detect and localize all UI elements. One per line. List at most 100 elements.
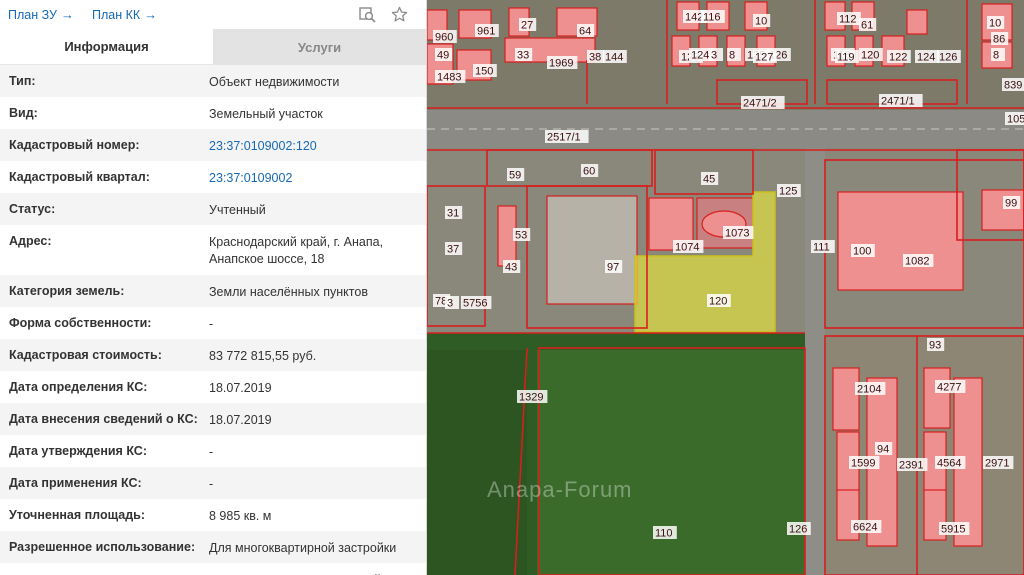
parcel-label: 111 xyxy=(813,242,830,254)
parcel-label: 1483 xyxy=(437,72,461,84)
info-row-label: Вид: xyxy=(9,106,38,120)
tab-info[interactable]: Информация xyxy=(0,29,213,65)
parcel-label: 43 xyxy=(505,262,517,274)
parcel-label: 27 xyxy=(521,20,533,32)
info-row-value: - xyxy=(209,445,214,459)
info-row: Дата применения КС: - xyxy=(0,467,426,499)
parcel-label: 99 xyxy=(1005,198,1017,210)
parcel-label: 64 xyxy=(579,26,591,38)
tab-bar: Информация Услуги xyxy=(0,29,426,65)
info-row-label: Адрес: xyxy=(9,234,52,248)
plan-zu-label: План ЗУ xyxy=(8,7,57,22)
parcel-label: 144 xyxy=(605,52,623,64)
parcel-label: 124 xyxy=(917,52,935,64)
parcel-label: 120 xyxy=(861,50,879,62)
parcel-label: 110 xyxy=(655,528,673,540)
info-row-value: 83 772 815,55 руб. xyxy=(209,349,317,363)
top-bar: План ЗУ → План КК → xyxy=(0,0,426,29)
info-row: Дата утверждения КС: - xyxy=(0,435,426,467)
info-row: Разрешенное использование: Для многокварт… xyxy=(0,531,426,563)
parcel-label: 8 xyxy=(993,50,999,62)
parcel-label: 125 xyxy=(779,186,797,198)
info-row-label: Дата применения КС: xyxy=(9,476,142,490)
parcel-label: 53 xyxy=(515,230,527,242)
parcel-label: 1082 xyxy=(905,256,929,268)
parcel-label: 59 xyxy=(509,170,521,182)
info-row-label: Тип: xyxy=(9,74,36,88)
parcel-label: 61 xyxy=(861,20,873,32)
parcel-label: 45 xyxy=(703,174,715,186)
parcel-label: 6624 xyxy=(853,522,877,534)
info-row-label: Кадастровый квартал: xyxy=(9,170,150,184)
info-row: Дата определения КС: 18.07.2019 xyxy=(0,371,426,403)
parcel-label: 33 xyxy=(517,50,529,62)
info-row-value: Учтенный xyxy=(209,203,266,217)
info-row-link[interactable]: 23:37:0109002 xyxy=(209,170,417,187)
parcel-label: 4564 xyxy=(937,458,961,470)
info-panel: План ЗУ → План КК → Информация Услуги Ти… xyxy=(0,0,427,575)
parcel-label: 124 xyxy=(691,50,709,62)
parcel-label: 97 xyxy=(607,262,619,274)
cadastral-map[interactable]: 9612764142116101126110960493319693812312… xyxy=(427,0,1024,575)
parcel-label: 2971 xyxy=(985,458,1009,470)
info-row: Категория земель: Земли населённых пункто… xyxy=(0,275,426,307)
parcel-label: 100 xyxy=(853,246,871,258)
info-row-value: Краснодарский край, г. Анапа, Анапское ш… xyxy=(209,235,384,266)
arrow-right-icon: → xyxy=(60,7,74,22)
star-icon[interactable] xyxy=(390,5,408,23)
info-row-label: Дата утверждения КС: xyxy=(9,444,147,458)
parcel-label: 37 xyxy=(447,244,459,256)
info-row-link[interactable]: 23:37:0109002:120 xyxy=(209,138,417,155)
parcel-label: 127 xyxy=(755,52,773,64)
parcel-label: 961 xyxy=(477,26,495,38)
search-map-icon[interactable] xyxy=(358,5,376,23)
parcel-label: 94 xyxy=(877,444,889,456)
info-row: Кадастровая стоимость: 83 772 815,55 руб. xyxy=(0,339,426,371)
tab-services[interactable]: Услуги xyxy=(213,29,426,65)
info-row-label: Разрешенное использование: xyxy=(9,540,196,554)
info-row-label: Форма собственности: xyxy=(9,316,152,330)
parcel-label: 5915 xyxy=(941,524,965,536)
map-canvas[interactable]: 9612764142116101126110960493319693812312… xyxy=(427,0,1024,575)
parcel-label: 5756 xyxy=(463,298,487,310)
info-row: Форма собственности: - xyxy=(0,307,426,339)
parcel-label: 10 xyxy=(989,18,1001,30)
parcel-label: 3 xyxy=(711,50,717,62)
parcel-label: 120 xyxy=(709,296,727,308)
parcel-label: 839 xyxy=(1004,80,1022,92)
info-row-value: - xyxy=(209,317,214,331)
info-row-label: Уточненная площадь: xyxy=(9,508,146,522)
parcel-label: 8 xyxy=(729,50,735,62)
property-info-list: Тип: Объект недвижимости Вид: Земельный уча… xyxy=(0,65,426,575)
info-row: Кадастровый номер: 23:37:0109002:120 xyxy=(0,129,426,161)
parcel-label: 960 xyxy=(435,32,453,44)
info-row-label: Статус: xyxy=(9,202,56,216)
info-row-label: Дата определения КС: xyxy=(9,380,148,394)
parcel-label: 1329 xyxy=(519,392,543,404)
parcel-label: 49 xyxy=(437,50,449,62)
parcel-label: 2517/1 xyxy=(547,132,581,144)
info-row: Уточненная площадь: 8 985 кв. м xyxy=(0,499,426,531)
info-row-label: Кадастровый номер: xyxy=(9,138,140,152)
info-row-value: Объект недвижимости xyxy=(209,75,340,89)
info-row-value: 18.07.2019 xyxy=(209,413,272,427)
parcel-label: 1599 xyxy=(851,458,875,470)
parcel-label: 112 xyxy=(839,14,857,26)
parcel-label: 1073 xyxy=(725,228,749,240)
info-row-value: Земли населённых пунктов xyxy=(209,285,368,299)
plan-kk-link[interactable]: План КК → xyxy=(92,7,157,22)
parcel-label: 126 xyxy=(939,52,957,64)
info-row-value: Земельный участок xyxy=(209,107,323,121)
parcel-label: 3 xyxy=(447,298,453,310)
parcel-label: 2471/2 xyxy=(743,98,777,110)
info-row-label: Дата внесения сведений о КС: xyxy=(9,412,198,426)
parcel-label: 10501/2 xyxy=(1007,114,1024,126)
plan-zu-link[interactable]: План ЗУ → xyxy=(8,7,74,22)
parcel-label: 116 xyxy=(703,12,721,24)
info-row: по документу:Многоэтажная жилая застройк… xyxy=(0,563,426,575)
parcel-label: 60 xyxy=(583,166,595,178)
info-row-value: 18.07.2019 xyxy=(209,381,272,395)
parcel-label: 150 xyxy=(475,66,493,78)
parcel-label: 119 xyxy=(837,52,855,64)
info-row-value: Для многоквартирной застройки xyxy=(209,541,397,555)
